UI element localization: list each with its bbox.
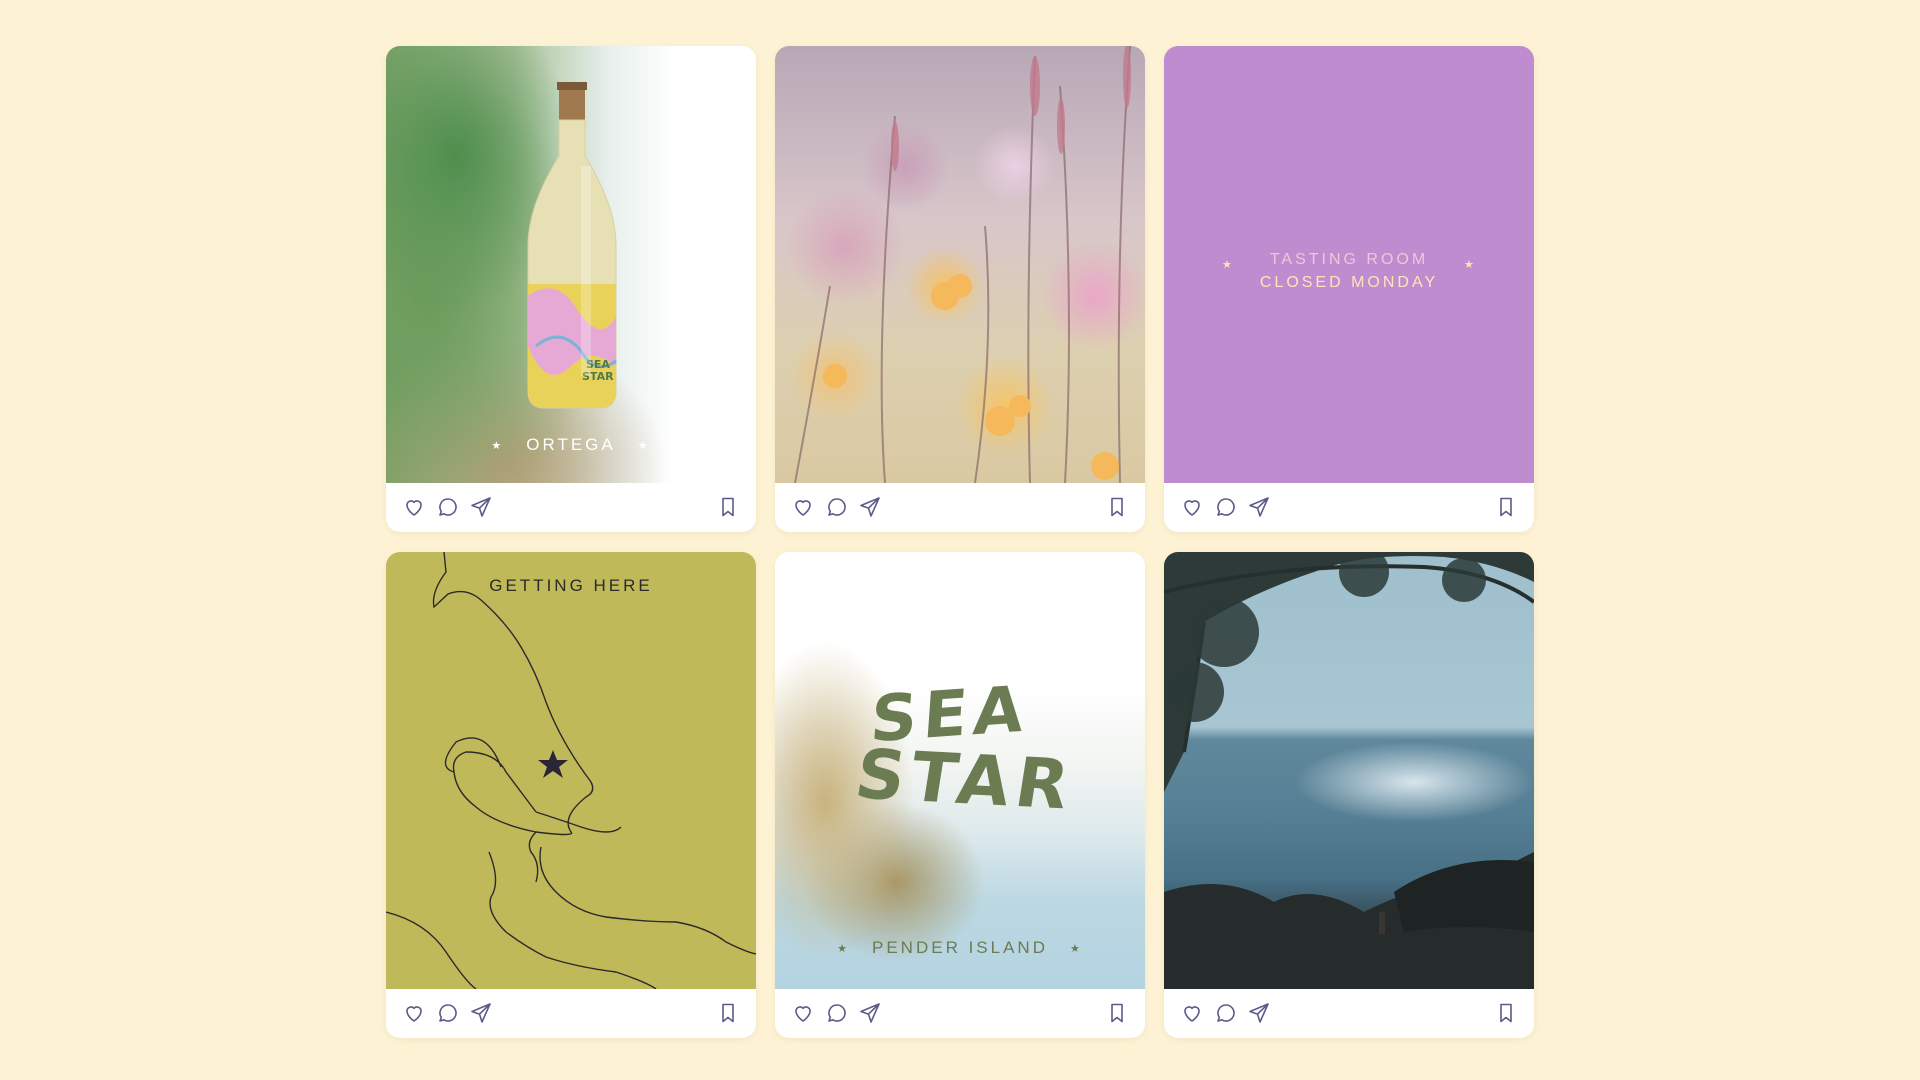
post-actions	[775, 483, 1145, 532]
ocean-rocks-photo	[1164, 552, 1534, 989]
heart-icon[interactable]	[1180, 495, 1204, 519]
heart-icon[interactable]	[791, 1001, 815, 1025]
post-card-getting-here[interactable]: GETTING HERE	[386, 552, 756, 1038]
tasting-room-graphic: ★ ★ TASTING ROOM CLOSED MONDAY	[1164, 46, 1534, 483]
wine-bottle-photo: SEA STAR ★ ORTEGA ★	[386, 46, 756, 483]
bookmark-icon[interactable]	[1494, 495, 1518, 519]
wildflowers-photo	[775, 46, 1145, 483]
bookmark-icon[interactable]	[716, 495, 740, 519]
heart-icon[interactable]	[402, 495, 426, 519]
send-icon[interactable]	[1247, 495, 1271, 519]
caption-text: PENDER ISLAND	[872, 938, 1048, 957]
post-actions	[1164, 989, 1534, 1038]
post-actions	[1164, 483, 1534, 532]
sea-star-logo: SEA STAR	[775, 673, 1145, 826]
send-icon[interactable]	[469, 495, 493, 519]
comment-icon[interactable]	[436, 1001, 460, 1025]
send-icon[interactable]	[1247, 1001, 1271, 1025]
announcement-line-1: TASTING ROOM	[1269, 251, 1429, 268]
post-actions	[775, 989, 1145, 1038]
post-caption: ★ ORTEGA ★	[386, 435, 756, 455]
heart-icon[interactable]	[402, 1001, 426, 1025]
comment-icon[interactable]	[1214, 1001, 1238, 1025]
star-icon: ★	[1069, 943, 1083, 956]
comment-icon[interactable]	[825, 495, 849, 519]
tree-and-rocks	[1164, 552, 1534, 989]
post-card-tasting-room[interactable]: ★ ★ TASTING ROOM CLOSED MONDAY	[1164, 46, 1534, 532]
send-icon[interactable]	[858, 495, 882, 519]
bookmark-icon[interactable]	[1494, 1001, 1518, 1025]
heart-icon[interactable]	[791, 495, 815, 519]
post-card-wildflowers[interactable]	[775, 46, 1145, 532]
post-actions	[386, 989, 756, 1038]
post-card-sea-star-logo[interactable]: SEA STAR ★ PENDER ISLAND ★	[775, 552, 1145, 1038]
post-caption: GETTING HERE	[489, 576, 653, 595]
comment-icon[interactable]	[436, 495, 460, 519]
heart-icon[interactable]	[1180, 1001, 1204, 1025]
caption-text: ORTEGA	[526, 435, 616, 454]
map-coastlines	[386, 552, 756, 989]
bookmark-icon[interactable]	[1105, 495, 1129, 519]
post-actions	[386, 483, 756, 532]
wine-bottle-illustration: SEA STAR	[527, 82, 617, 409]
send-icon[interactable]	[469, 1001, 493, 1025]
star-icon: ★	[491, 440, 505, 453]
post-caption: ★ PENDER ISLAND ★	[775, 938, 1145, 958]
island-map: GETTING HERE	[386, 552, 756, 989]
post-card-ocean[interactable]	[1164, 552, 1534, 1038]
star-icon: ★	[837, 943, 850, 956]
logo-line-2: STAR	[850, 735, 1081, 826]
send-icon[interactable]	[858, 1001, 882, 1025]
comment-icon[interactable]	[1214, 495, 1238, 519]
star-icon: ★	[637, 440, 651, 453]
bookmark-icon[interactable]	[1105, 1001, 1129, 1025]
comment-icon[interactable]	[825, 1001, 849, 1025]
sea-star-logo-photo: SEA STAR ★ PENDER ISLAND ★	[775, 552, 1145, 989]
post-card-ortega[interactable]: SEA STAR ★ ORTEGA ★	[386, 46, 756, 532]
bookmark-icon[interactable]	[716, 1001, 740, 1025]
announcement-line-2: CLOSED MONDAY	[1259, 274, 1439, 291]
grass-stems	[794, 46, 1131, 483]
